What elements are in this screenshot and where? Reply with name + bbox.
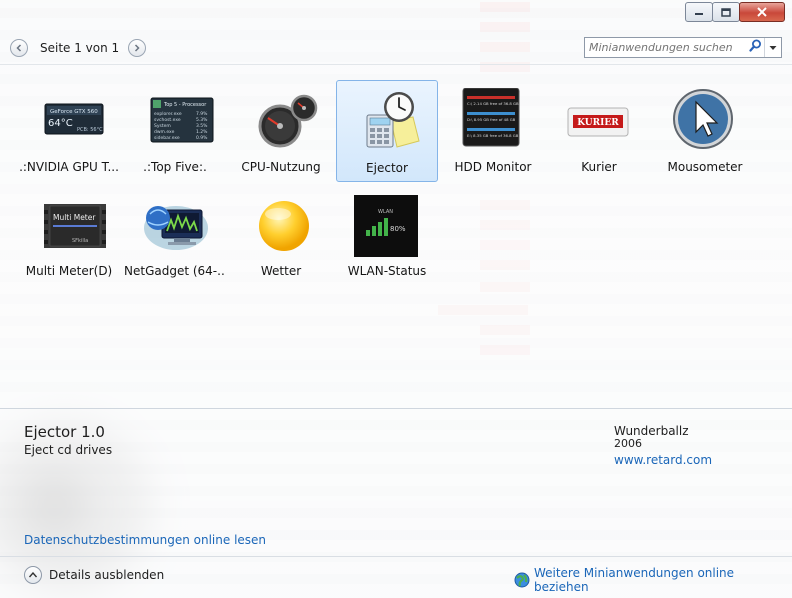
details-title: Ejector 1.0	[24, 423, 105, 441]
gadget-tile-mousometer[interactable]: Mousometer	[654, 80, 756, 182]
gadget-tile-cpu-meter[interactable]: CPU-Nutzung	[230, 80, 332, 182]
search-box	[584, 37, 782, 58]
top-five-row: explorer.exe	[154, 111, 182, 117]
previous-page-button[interactable]	[10, 39, 28, 57]
gadget-tile-netgadget[interactable]: NetGadget (64-...	[124, 184, 226, 286]
gadget-tile-kurier[interactable]: KURIER Kurier	[548, 80, 650, 182]
hide-details-label: Details ausblenden	[49, 568, 165, 582]
gadget-name: CPU-Nutzung	[241, 160, 321, 174]
top-five-value: 0.9%	[196, 135, 208, 141]
nvidia-model-text: GeForce GTX 560	[50, 109, 98, 115]
hdd-drive-row: C:\ 2.14 GB free of 36.8 GB	[467, 101, 519, 106]
gadget-name: NetGadget (64-...	[124, 264, 226, 278]
pager: Seite 1 von 1	[10, 38, 146, 58]
top-five-value: 1.2%	[196, 129, 208, 135]
gadget-tile-nvidia-gpu[interactable]: GeForce GTX 560 64°C PCB: 56°C .:NVIDIA …	[18, 80, 120, 182]
chevron-up-icon	[24, 566, 42, 584]
gadget-tile-multi-meter[interactable]: Multi Meter SFkilla Multi Meter(D)	[18, 184, 120, 286]
kurier-icon: KURIER	[566, 88, 629, 148]
footer-divider	[0, 556, 792, 557]
hide-details-toggle[interactable]: Details ausblenden	[24, 566, 164, 584]
minimize-button[interactable]	[685, 2, 713, 22]
multi-meter-author: SFkilla	[72, 238, 88, 244]
hdd-drive-row: E:\ 8.35 GB free of 36.8 GB	[467, 133, 519, 138]
details-divider	[0, 408, 792, 409]
kurier-logo-text: KURIER	[577, 118, 619, 128]
top-five-title: Top 5 - Processor	[163, 102, 207, 108]
cpu-meter-icon	[256, 88, 318, 148]
nvidia-gpu-icon: GeForce GTX 560 64°C PCB: 56°C	[44, 88, 104, 148]
chevron-left-icon	[16, 44, 22, 52]
wlan-value: 80%	[390, 225, 406, 233]
gadget-name: Mousometer	[667, 160, 743, 174]
close-button[interactable]	[739, 2, 785, 22]
gadget-name: Ejector	[366, 161, 408, 175]
gadget-name: HDD Monitor	[454, 160, 532, 174]
top-five-value: 3.5%	[196, 123, 208, 129]
search-icon[interactable]	[746, 39, 764, 56]
nvidia-pcb-text: PCB: 56°C	[77, 127, 103, 133]
details-author: Wunderballz	[614, 424, 689, 438]
next-page-button[interactable]	[128, 39, 146, 57]
gadget-tile-hdd-monitor[interactable]: C:\ 2.14 GB free of 36.8 GB D:\ 8.95 GB …	[442, 80, 544, 182]
netgadget-icon	[144, 192, 208, 252]
mousometer-icon	[672, 88, 733, 149]
details-website-link[interactable]: www.retard.com	[614, 453, 712, 467]
multi-meter-title: Multi Meter	[53, 213, 96, 222]
close-icon	[757, 7, 767, 17]
top-five-row: svchost.exe	[154, 117, 181, 123]
gadget-name: .:NVIDIA GPU T...	[19, 160, 119, 174]
maximize-icon	[721, 7, 731, 17]
chevron-down-icon	[769, 45, 777, 50]
details-description: Eject cd drives	[24, 443, 113, 457]
wlan-status-icon: WLAN 80%	[354, 192, 418, 257]
nvidia-temp-text: 64°C	[48, 118, 73, 129]
gadget-name: Wetter	[260, 264, 302, 278]
gadget-tile-wlan-status[interactable]: WLAN 80% WLAN-Status	[336, 184, 438, 286]
search-options-dropdown[interactable]	[764, 38, 781, 57]
gadget-name: Kurier	[581, 160, 617, 174]
top-five-value: 7.9%	[196, 111, 208, 117]
details-year: 2006	[614, 437, 642, 450]
minimize-icon	[695, 13, 703, 15]
gadget-name: .:Top Five:.	[143, 160, 207, 174]
top-five-icon: Top 5 - Processor explorer.exe svchost.e…	[150, 88, 214, 148]
multi-meter-icon: Multi Meter SFkilla	[44, 192, 106, 252]
header-divider	[0, 64, 792, 65]
chevron-right-icon	[134, 44, 140, 52]
weather-sun-icon	[256, 192, 316, 252]
wlan-label: WLAN	[378, 209, 393, 215]
ejector-icon	[363, 89, 423, 149]
top-five-row: sidebar.exe	[154, 135, 180, 141]
more-gadgets-online-link[interactable]: Weitere Minianwendungen online beziehen	[514, 566, 792, 594]
top-five-row: System	[154, 123, 171, 129]
more-gadgets-label: Weitere Minianwendungen online beziehen	[533, 566, 735, 594]
gadget-name: WLAN-Status	[347, 264, 427, 278]
page-indicator: Seite 1 von 1	[40, 41, 120, 55]
top-five-row: dwm.exe	[154, 129, 175, 135]
window-controls	[685, 2, 785, 22]
hdd-monitor-icon: C:\ 2.14 GB free of 36.8 GB D:\ 8.95 GB …	[462, 87, 522, 148]
privacy-link[interactable]: Datenschutzbestimmungen online lesen	[24, 533, 266, 547]
maximize-button[interactable]	[712, 2, 740, 22]
gadget-tile-ejector[interactable]: Ejector	[336, 80, 438, 182]
globe-icon	[514, 572, 530, 588]
gadget-tile-top-five[interactable]: Top 5 - Processor explorer.exe svchost.e…	[124, 80, 226, 182]
search-input[interactable]	[585, 41, 746, 54]
hdd-drive-row: D:\ 8.95 GB free of 48 GB	[467, 117, 516, 122]
gadget-name: Multi Meter(D)	[25, 264, 113, 278]
gadget-tile-weather[interactable]: Wetter	[230, 184, 332, 286]
top-five-value: 5.3%	[196, 117, 208, 123]
